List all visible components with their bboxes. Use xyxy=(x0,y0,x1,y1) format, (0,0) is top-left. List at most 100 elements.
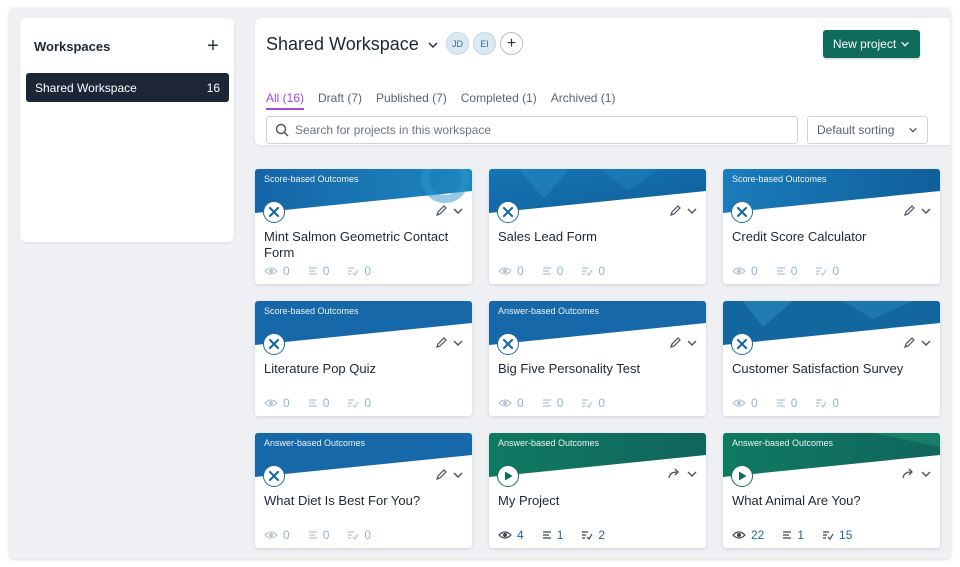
pencil-cross-icon xyxy=(263,201,285,223)
workspaces-sidebar: Workspaces + Shared Workspace 16 xyxy=(20,18,234,242)
card-actions xyxy=(669,336,698,349)
sort-select[interactable]: Default sorting xyxy=(807,116,928,144)
share-arrow-icon[interactable] xyxy=(668,468,682,480)
tab-all[interactable]: All (16) xyxy=(266,91,305,110)
card-title: What Animal Are You? xyxy=(732,493,861,508)
chevron-down-icon[interactable] xyxy=(452,337,464,349)
views-stat: 0 xyxy=(732,396,758,410)
views-stat: 0 xyxy=(264,528,290,542)
tab-draft[interactable]: Draft (7) xyxy=(318,91,362,110)
views-count: 0 xyxy=(283,528,290,542)
edit-icon[interactable] xyxy=(435,204,448,217)
card-title: Big Five Personality Test xyxy=(498,361,641,376)
eye-icon xyxy=(264,399,278,407)
tab-completed[interactable]: Completed (1) xyxy=(461,91,537,110)
checklist-icon xyxy=(582,531,593,540)
edit-icon[interactable] xyxy=(903,204,916,217)
edit-icon[interactable] xyxy=(903,336,916,349)
card-actions xyxy=(903,204,932,217)
card-title: Customer Satisfaction Survey xyxy=(732,361,904,376)
completions-count: 0 xyxy=(364,264,372,278)
outcome-type-label: Answer-based Outcomes xyxy=(732,438,834,448)
chevron-down-icon[interactable] xyxy=(920,205,932,217)
completions-count: 0 xyxy=(832,396,840,410)
responses-count: 0 xyxy=(322,396,330,410)
search-box xyxy=(266,116,798,144)
edit-icon[interactable] xyxy=(435,468,448,481)
project-card[interactable]: Answer-based Outcomes What Diet Is Best … xyxy=(255,433,472,548)
eye-icon xyxy=(498,399,512,407)
project-card[interactable]: Score-based Outcomes Mint Salmon Geometr… xyxy=(255,169,472,284)
checklist-icon xyxy=(348,531,359,540)
card-stats: 0 0 0 xyxy=(264,264,371,278)
outcome-type-label: Answer-based Outcomes xyxy=(498,438,600,448)
views-stat: 0 xyxy=(264,264,290,278)
views-stat: 22 xyxy=(732,528,764,542)
new-project-button[interactable]: New project xyxy=(823,30,920,58)
views-stat: 0 xyxy=(264,396,290,410)
completions-stat: 0 xyxy=(347,528,371,542)
outcome-type-label: Answer-based Outcomes xyxy=(498,306,600,316)
pencil-cross-icon xyxy=(263,465,285,487)
search-input[interactable] xyxy=(295,123,775,137)
edit-icon[interactable] xyxy=(435,336,448,349)
project-card[interactable]: Score-based Outcomes Credit Score Calcul… xyxy=(723,169,940,284)
completions-count: 0 xyxy=(364,396,372,410)
completions-stat: 2 xyxy=(581,528,605,542)
card-title: Credit Score Calculator xyxy=(732,229,867,244)
card-title: My Project xyxy=(498,493,560,508)
chevron-down-icon xyxy=(909,127,917,133)
project-card[interactable]: Customer Satisfaction Survey 0 0 0 xyxy=(723,301,940,416)
responses-count: 0 xyxy=(322,528,330,542)
list-icon xyxy=(308,399,317,407)
completions-stat: 0 xyxy=(581,264,605,278)
chevron-down-icon[interactable] xyxy=(452,205,464,217)
workspace-header: Shared Workspace JD EI + New project All… xyxy=(255,18,950,145)
share-arrow-icon[interactable] xyxy=(902,468,916,480)
responses-count: 1 xyxy=(797,528,805,542)
eye-icon xyxy=(732,399,746,407)
avatar[interactable]: JD xyxy=(446,32,469,55)
responses-stat: 0 xyxy=(308,528,330,542)
project-card[interactable]: Score-based Outcomes Literature Pop Quiz… xyxy=(255,301,472,416)
project-card[interactable]: Answer-based Outcomes What Animal Are Yo… xyxy=(723,433,940,548)
checklist-icon xyxy=(816,399,827,408)
views-stat: 0 xyxy=(732,264,758,278)
eye-icon xyxy=(732,531,746,539)
card-stats: 0 0 0 xyxy=(264,396,371,410)
pencil-cross-icon xyxy=(497,333,519,355)
card-stats: 0 0 0 xyxy=(498,396,605,410)
search-icon xyxy=(275,123,289,137)
project-card[interactable]: Answer-based Outcomes My Project 4 1 2 xyxy=(489,433,706,548)
edit-icon[interactable] xyxy=(669,204,682,217)
chevron-down-icon[interactable] xyxy=(686,468,698,480)
add-workspace-button[interactable]: + xyxy=(204,36,222,56)
tab-published[interactable]: Published (7) xyxy=(376,91,447,110)
workspace-title-dropdown[interactable]: Shared Workspace xyxy=(266,34,439,55)
completions-stat: 0 xyxy=(815,264,839,278)
responses-count: 0 xyxy=(556,264,564,278)
responses-stat: 0 xyxy=(308,396,330,410)
edit-icon[interactable] xyxy=(669,336,682,349)
checklist-icon xyxy=(816,267,827,276)
eye-icon xyxy=(264,531,278,539)
chevron-down-icon[interactable] xyxy=(686,205,698,217)
project-card[interactable]: Sales Lead Form 0 0 0 xyxy=(489,169,706,284)
chevron-down-icon[interactable] xyxy=(920,337,932,349)
checklist-icon xyxy=(582,267,593,276)
checklist-icon xyxy=(582,399,593,408)
avatar[interactable]: EI xyxy=(473,32,496,55)
tab-archived[interactable]: Archived (1) xyxy=(551,91,616,110)
outcome-type-label: Score-based Outcomes xyxy=(732,174,827,184)
completions-count: 0 xyxy=(598,264,606,278)
chevron-down-icon[interactable] xyxy=(920,468,932,480)
add-member-button[interactable]: + xyxy=(500,32,523,55)
chevron-down-icon[interactable] xyxy=(686,337,698,349)
views-count: 0 xyxy=(517,264,524,278)
checklist-icon xyxy=(348,267,359,276)
responses-count: 0 xyxy=(790,264,798,278)
new-project-label: New project xyxy=(832,37,897,51)
chevron-down-icon[interactable] xyxy=(452,469,464,481)
project-card[interactable]: Answer-based Outcomes Big Five Personali… xyxy=(489,301,706,416)
sidebar-item-shared-workspace[interactable]: Shared Workspace 16 xyxy=(26,73,229,102)
